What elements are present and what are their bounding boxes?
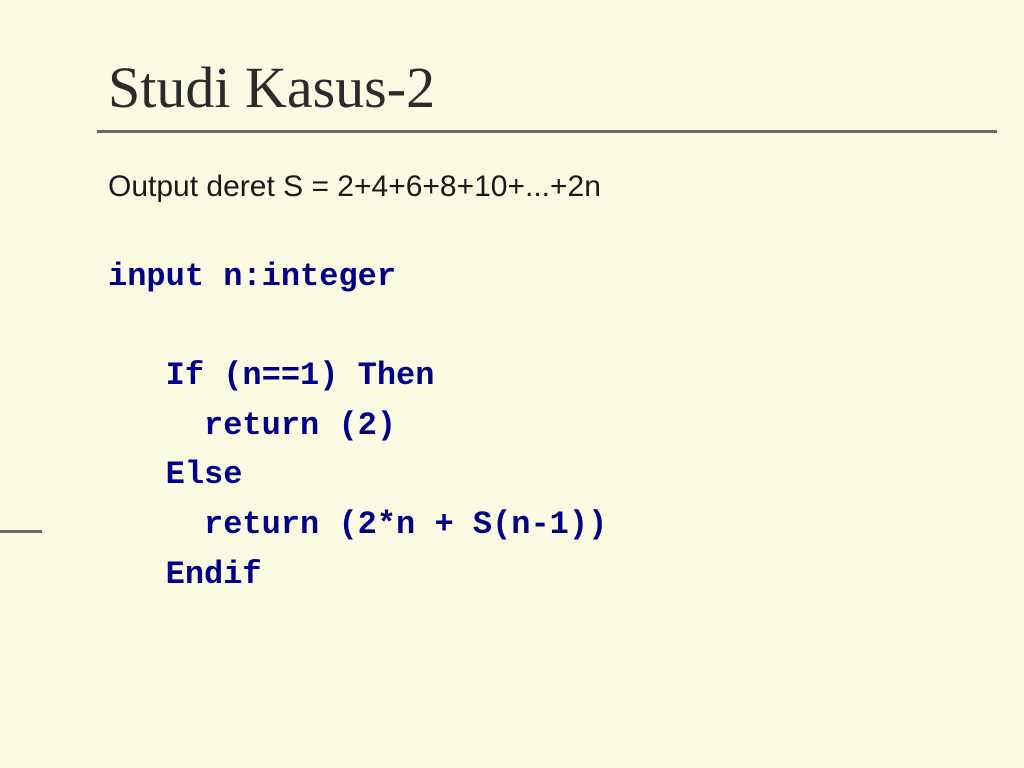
title-underline [97, 130, 997, 133]
code-line: input n:integer [108, 258, 396, 295]
code-line: return (2*n + S(n-1)) [108, 506, 607, 543]
code-line: Else [108, 456, 242, 493]
side-accent-line [0, 530, 42, 533]
code-line: return (2) [108, 407, 396, 444]
slide-description: Output deret S = 2+4+6+8+10+...+2n [108, 170, 601, 204]
code-line: Endif [108, 556, 262, 593]
slide-title: Studi Kasus-2 [108, 54, 435, 121]
code-line: If (n==1) Then [108, 357, 434, 394]
code-block: input n:integer If (n==1) Then return (2… [108, 252, 607, 599]
